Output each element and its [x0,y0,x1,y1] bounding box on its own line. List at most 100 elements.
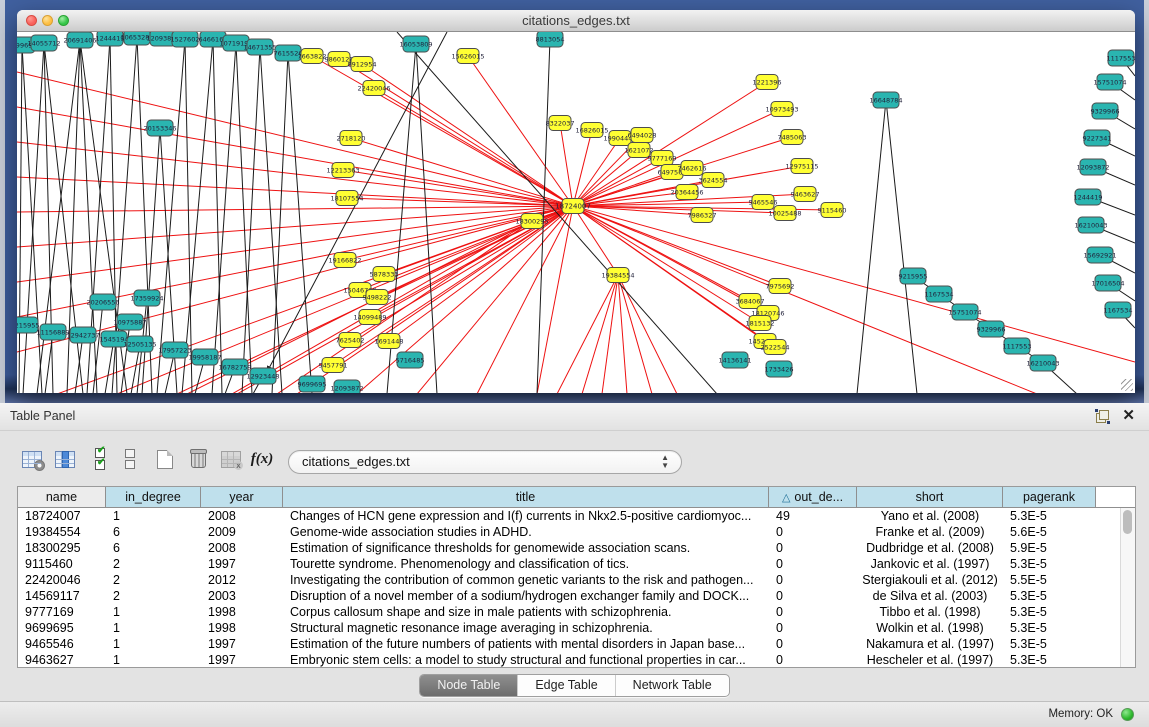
column-header-title[interactable]: title [283,487,769,507]
column-header-pagerank[interactable]: pagerank [1003,487,1096,507]
node-label: 1815132 [746,320,775,328]
network-canvas[interactable]: 9699695140557122069140612444191065328712… [17,32,1135,393]
table-cell: Disruption of a novel member of a sodium… [283,588,769,604]
citation-edge-red[interactable] [573,206,1037,393]
delete-table-icon[interactable] [186,447,210,471]
table-cell: 5.3E-5 [1003,652,1096,667]
table-row[interactable]: 1872400712008Changes of HCN gene express… [18,508,1121,524]
node-label: 10973493 [765,106,798,114]
node-label: 15626015 [451,53,484,61]
column-header-name[interactable]: name [18,487,106,507]
citation-edge-red[interactable] [618,275,627,393]
citation-edge-red[interactable] [573,82,767,206]
tab-edge-table[interactable]: Edge Table [518,675,615,696]
new-table-icon[interactable] [153,447,177,471]
function-builder-icon[interactable]: f(x) [250,447,274,471]
table-row[interactable]: 911546021997Tourette syndrome. Phenomeno… [18,556,1121,572]
close-panel-icon[interactable]: ✕ [1122,407,1135,425]
citation-edge-red[interactable] [560,123,573,206]
citation-edge-black[interactable] [212,43,236,393]
citation-edge-red[interactable] [17,206,573,212]
window-resize-grip[interactable] [1121,379,1133,391]
table-row[interactable]: 2242004622012Investigating the contribut… [18,572,1121,588]
column-checklist-icon[interactable] [88,447,112,471]
table-row[interactable]: 977716911998Corpus callosum shape and si… [18,604,1121,620]
node-label: 9498222 [363,294,392,302]
tab-node-table[interactable]: Node Table [420,675,518,696]
citation-edge-black[interactable] [857,100,886,393]
memory-ok-indicator-icon[interactable] [1121,708,1134,721]
float-panel-icon[interactable] [1096,410,1109,423]
citation-edge-red[interactable] [362,64,573,206]
table-cell: 18300295 [18,540,106,556]
column-header-year[interactable]: year [201,487,283,507]
table-selector-dropdown[interactable]: citations_edges.txt ▲▼ [288,450,682,474]
node-label: 6494028 [628,132,657,140]
table-panel: Table Panel ✕ x f(x) [0,403,1149,727]
citation-edge-black[interactable] [236,43,252,393]
node-label: 8813054 [536,36,565,44]
citation-edge-black[interactable] [242,47,260,393]
table-cell: 0 [769,604,857,620]
citation-edge-black[interactable] [23,43,44,393]
node-label: 19166822 [328,257,361,265]
table-cell: 2 [106,556,201,572]
node-label: 9457791 [319,362,348,370]
table-scrollbar[interactable] [1120,508,1135,667]
citation-edge-red[interactable] [573,206,1135,362]
status-bar: Memory: OK [0,701,1149,727]
table-row[interactable]: 946554611997Estimation of the future num… [18,636,1121,652]
table-cell: 2009 [201,524,283,540]
app-frame-left [0,0,5,403]
node-label: 7986327 [688,212,717,220]
citation-edge-red[interactable] [573,206,760,323]
table-toolbar: x f(x) citations_edges.txt ▲▼ [0,430,1149,480]
table-cell: 1 [106,652,201,667]
table-cell: 2008 [201,540,283,556]
column-header-short[interactable]: short [857,487,1003,507]
scrollbar-thumb[interactable] [1123,510,1132,534]
table-row[interactable]: 1456911722003Disruption of a novel membe… [18,588,1121,604]
node-label: 20153346 [143,125,176,133]
citation-edge-black[interactable] [157,39,185,393]
table-row[interactable]: 969969511998Structural magnetic resonanc… [18,620,1121,636]
table-cell: 0 [769,540,857,556]
table-cell: 5.9E-5 [1003,540,1096,556]
citation-edge-black[interactable] [19,45,22,393]
node-label: 9777169 [648,155,677,163]
node-label: 14099489 [353,314,386,322]
citation-network-graph[interactable]: 9699695140557122069140612444191065328712… [17,32,1135,393]
citation-edge-black[interactable] [22,45,42,393]
citation-edge-red[interactable] [343,170,573,206]
table-row[interactable]: 1830029562008Estimation of significance … [18,540,1121,556]
citation-edge-black[interactable] [185,39,192,393]
node-label: 10975887 [113,319,146,327]
citation-edge-red[interactable] [389,206,573,341]
table-row[interactable]: 946362711997Embryonic stem cells: a mode… [18,652,1121,667]
close-window-icon[interactable] [26,15,37,26]
node-label: 3624554 [699,177,728,185]
citation-edge-black[interactable] [416,44,437,393]
show-column-icon[interactable] [53,447,77,471]
citation-edge-black[interactable] [213,39,222,393]
citation-edge-red[interactable] [573,130,592,206]
table-settings-icon[interactable] [20,447,44,471]
column-header-out_de[interactable]: △out_de... [769,487,857,507]
citation-edge-black[interactable] [260,47,282,393]
table-cell: 1 [106,604,201,620]
row-filter-icon[interactable] [118,447,142,471]
table-cell: 6 [106,540,201,556]
tab-network-table[interactable]: Network Table [616,675,729,696]
minimize-window-icon[interactable] [42,15,53,26]
citation-edge-red[interactable] [477,206,573,393]
network-window-titlebar[interactable]: citations_edges.txt [17,10,1135,32]
zoom-window-icon[interactable] [58,15,69,26]
citation-edge-black[interactable] [886,100,917,393]
column-header-in_degree[interactable]: in_degree [106,487,201,507]
citation-edge-black[interactable] [182,39,213,393]
table-tabbar: Node Table Edge Table Network Table [0,674,1149,697]
table-row[interactable]: 1938455462009Genome-wide association stu… [18,524,1121,540]
citation-edge-red[interactable] [602,275,618,393]
citation-edge-red[interactable] [17,206,573,282]
citation-edge-black[interactable] [142,128,160,393]
